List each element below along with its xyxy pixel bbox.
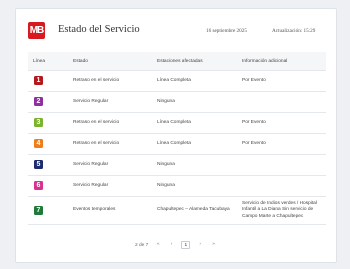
table-row: 5 Servicio Regular Ninguna xyxy=(28,154,326,176)
info-cell: Por Evento xyxy=(237,133,326,155)
info-cell xyxy=(237,154,326,176)
table-row: 7 Eventos temporales Chapultepec – Alame… xyxy=(28,196,326,225)
column-header-info: Información adicional xyxy=(237,52,326,71)
line-3-badge-icon: 3 xyxy=(34,118,43,128)
info-cell: Por Evento xyxy=(237,112,326,134)
line-2-badge-icon: 2 xyxy=(34,97,43,107)
info-cell: Servicio de Indios verdes / Hospital Inf… xyxy=(237,196,326,225)
first-page-button[interactable]: « xyxy=(155,241,162,249)
status-cell: Retraso en el servicio xyxy=(68,133,152,155)
pagination: 2 de 7 « ‹ 1 › » xyxy=(16,241,336,251)
line-1-badge-icon: 1 xyxy=(34,76,43,86)
status-cell: Servicio Regular xyxy=(68,154,152,176)
service-status-card: MB Estado del Servicio 16 septiembre 202… xyxy=(15,8,337,263)
table-row: 2 Servicio Regular Ninguna xyxy=(28,91,326,113)
column-header-stations: Estaciones afectadas xyxy=(152,52,237,71)
line-4-badge-icon: 4 xyxy=(34,139,43,149)
next-page-button[interactable]: › xyxy=(197,241,204,249)
stations-cell: Ninguna xyxy=(152,91,237,113)
metrobus-logo: MB xyxy=(28,22,45,39)
stations-cell: Ninguna xyxy=(152,154,237,176)
page-title: Estado del Servicio xyxy=(58,24,140,35)
table-row: 1 Retraso en el servicio Línea Completa … xyxy=(28,70,326,92)
table-row: 4 Retraso en el servicio Línea Completa … xyxy=(28,133,326,155)
status-cell: Servicio Regular xyxy=(68,91,152,113)
info-cell xyxy=(237,175,326,197)
table-row: 6 Servicio Regular Ninguna xyxy=(28,175,326,197)
table-header-row: Línea Estado Estaciones afectadas Inform… xyxy=(28,52,326,71)
current-page-button[interactable]: 1 xyxy=(181,241,191,249)
table-row: 3 Retraso en el servicio Línea Completa … xyxy=(28,112,326,134)
previous-page-button[interactable]: ‹ xyxy=(168,241,175,249)
status-cell: Servicio Regular xyxy=(68,175,152,197)
page-indicator: 2 de 7 xyxy=(134,242,149,248)
status-cell: Retraso en el servicio xyxy=(68,70,152,92)
last-page-button[interactable]: » xyxy=(210,241,217,249)
line-7-badge-icon: 7 xyxy=(34,205,43,215)
info-cell: Por Evento xyxy=(237,70,326,92)
header: MB Estado del Servicio 16 septiembre 202… xyxy=(16,9,336,47)
stations-cell: Chapultepec – Alameda Tacubaya xyxy=(152,196,237,225)
info-cell xyxy=(237,91,326,113)
stations-cell: Línea Completa xyxy=(152,112,237,134)
updated-label: Actualización: 15:29 xyxy=(272,28,316,34)
line-6-badge-icon: 6 xyxy=(34,181,43,191)
stations-cell: Línea Completa xyxy=(152,133,237,155)
status-cell: Retraso en el servicio xyxy=(68,112,152,134)
date-label: 16 septiembre 2025 xyxy=(206,28,247,34)
status-cell: Eventos temporales xyxy=(68,196,152,225)
line-5-badge-icon: 5 xyxy=(34,160,43,170)
stations-cell: Ninguna xyxy=(152,175,237,197)
column-header-status: Estado xyxy=(68,52,152,71)
column-header-line: Línea xyxy=(28,52,68,71)
status-table: Línea Estado Estaciones afectadas Inform… xyxy=(28,52,326,225)
stations-cell: Línea Completa xyxy=(152,70,237,92)
